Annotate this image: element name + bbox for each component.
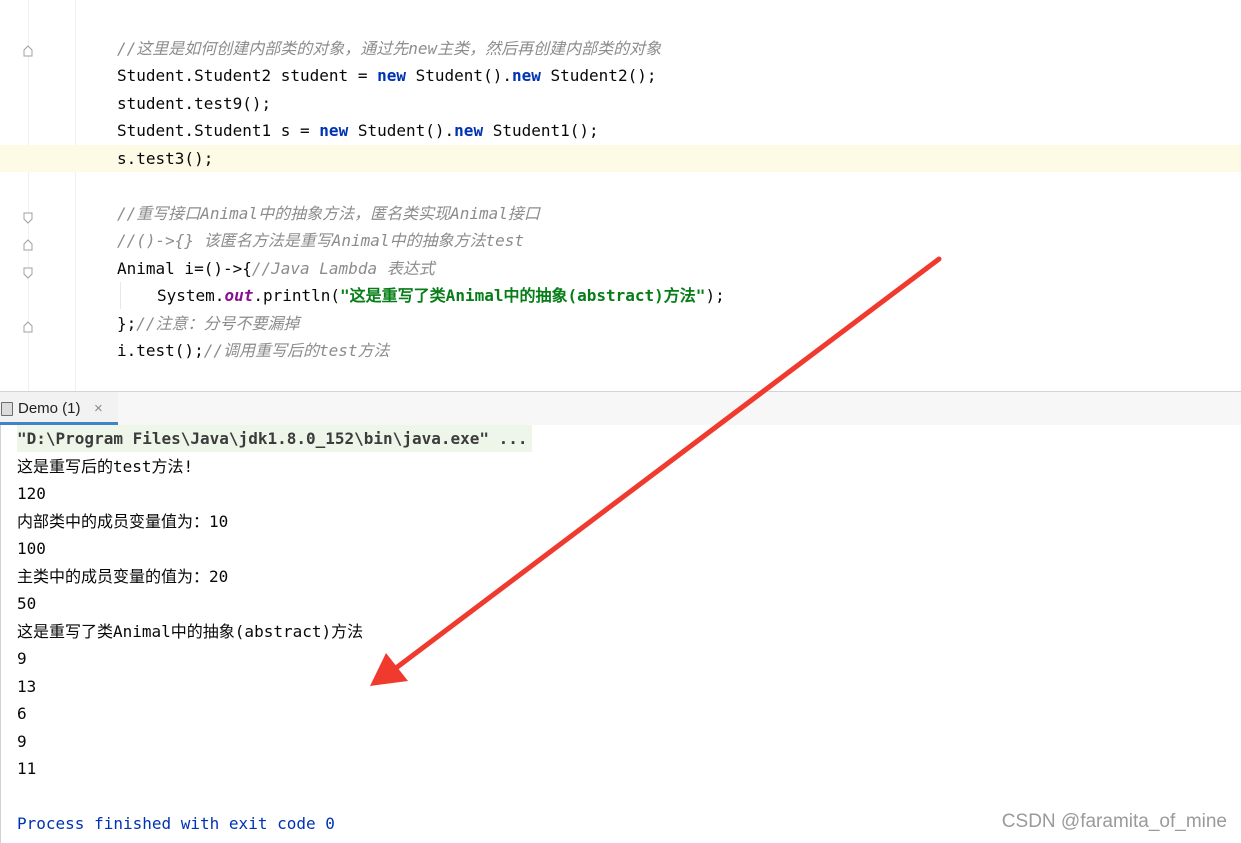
keyword-new: new — [454, 121, 484, 140]
console-line: 11 — [17, 759, 37, 778]
code-text: Student.Student2 student = — [117, 66, 378, 85]
code-line: };//注意：分号不要漏掉 — [0, 310, 300, 337]
process-finished-line: Process finished with exit code 0 — [17, 814, 335, 833]
code-line: System.out.println("这是重写了类Animal中的抽象(abs… — [0, 282, 725, 309]
static-field: out — [224, 286, 254, 305]
console-command-line[interactable]: "D:\Program Files\Java\jdk1.8.0_152\bin\… — [17, 425, 532, 452]
code-line: //()->{} 该匿名方法是重写Animal中的抽象方法test — [0, 227, 524, 254]
keyword-new: new — [377, 66, 406, 85]
console-line: 9 — [17, 649, 27, 668]
code-text: Animal i=()->{ — [117, 259, 252, 278]
code-text: ); — [705, 286, 725, 305]
code-text: student.test9(); — [117, 94, 272, 113]
console-line: 内部类中的成员变量值为：10 — [17, 512, 229, 531]
code-line: i.test();//调用重写后的test方法 — [0, 337, 390, 364]
code-comment: //调用重写后的test方法 — [203, 341, 390, 360]
code-text: Student1(); — [483, 121, 599, 140]
current-code-line: s.test3(); — [0, 145, 1241, 172]
run-tab-demo[interactable]: Demo (1) × — [0, 392, 118, 425]
console-border — [0, 425, 1, 843]
code-text: Student(). — [406, 66, 512, 85]
close-icon[interactable]: × — [94, 400, 103, 417]
keyword-new: new — [319, 121, 349, 140]
code-line: student.test9(); — [0, 90, 271, 117]
console-line: 这是重写了类Animal中的抽象(abstract)方法 — [17, 622, 364, 641]
console-line: 这是重写后的test方法! — [17, 457, 194, 476]
code-comment: //Java Lambda 表达式 — [251, 259, 435, 278]
run-toolwindow-tabs: Demo (1) × — [0, 391, 1241, 426]
code-line: Student.Student1 s = new Student().new S… — [0, 117, 599, 144]
code-comment: //这里是如何创建内部类的对象，通过先new主类，然后再创建内部类的对象 — [117, 39, 662, 58]
code-text: Student(). — [348, 121, 455, 140]
string-literal: "这是重写了类Animal中的抽象(abstract)方法" — [340, 286, 706, 305]
indent-guide — [120, 282, 121, 309]
code-comment: //()->{} 该匿名方法是重写Animal中的抽象方法test — [117, 231, 525, 250]
console-line: 120 — [17, 484, 46, 503]
code-text: s.test3(); — [117, 149, 214, 168]
code-comment: //重写接口Animal中的抽象方法，匿名类实现Animal接口 — [117, 204, 540, 223]
run-config-icon — [1, 402, 13, 416]
code-line: //这里是如何创建内部类的对象，通过先new主类，然后再创建内部类的对象 — [0, 35, 661, 62]
code-editor[interactable]: //这里是如何创建内部类的对象，通过先new主类，然后再创建内部类的对象 Stu… — [0, 0, 1241, 391]
code-text: i.test(); — [117, 341, 204, 360]
code-line: Animal i=()->{//Java Lambda 表达式 — [0, 255, 435, 282]
keyword-new: new — [511, 66, 541, 85]
console-line: 13 — [17, 677, 37, 696]
code-line: Student.Student2 student = new Student()… — [0, 62, 656, 89]
code-line: //重写接口Animal中的抽象方法，匿名类实现Animal接口 — [0, 200, 540, 227]
csdn-watermark: CSDN @faramita_of_mine — [1001, 811, 1227, 832]
console-line: 100 — [17, 539, 46, 558]
code-text: Student2(); — [540, 66, 657, 85]
run-tab-label: Demo (1) — [18, 400, 81, 417]
code-comment: //注意：分号不要漏掉 — [136, 314, 300, 333]
console-line: 50 — [17, 594, 37, 613]
console-line: 9 — [17, 732, 27, 751]
code-text: }; — [117, 314, 137, 333]
code-text: Student.Student1 s = — [117, 121, 320, 140]
console-line: 6 — [17, 704, 27, 723]
console-line: 主类中的成员变量的值为：20 — [17, 567, 229, 586]
code-text: System. — [157, 286, 225, 305]
code-text: .println( — [253, 286, 341, 305]
